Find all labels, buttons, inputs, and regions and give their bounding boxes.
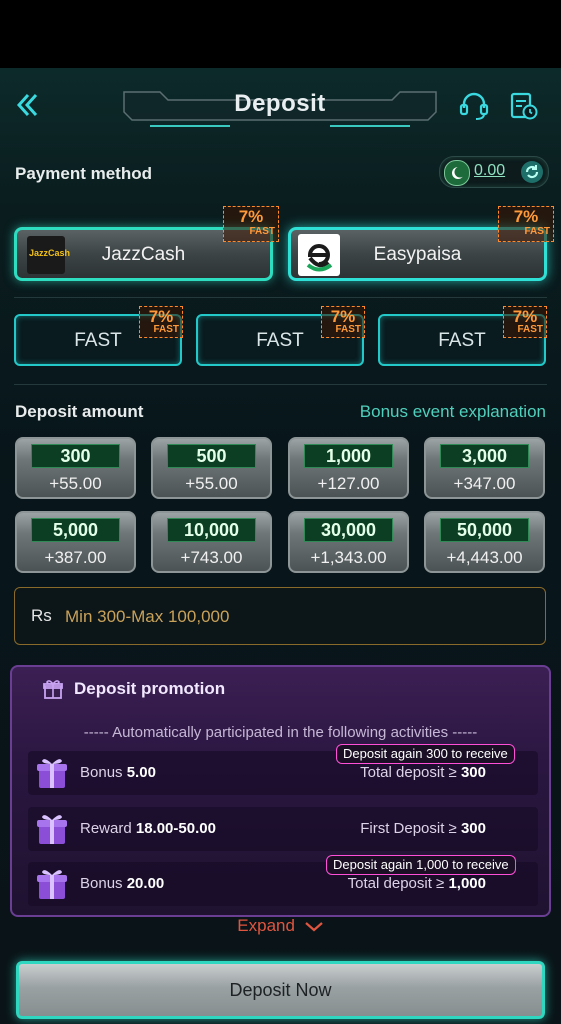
back-chevron-icon[interactable] [12,90,42,120]
deposit-history-icon[interactable] [508,90,540,122]
amount-option-30000[interactable]: 30,000 +1,343.00 [288,511,409,573]
bonus-event-explanation-link[interactable]: Bonus event explanation [360,402,546,422]
payment-method-label: Payment method [15,164,152,183]
page-title: Deposit [234,90,326,117]
gift-box-icon [37,870,67,899]
easypaisa-fast-badge: 7% FAST [498,206,554,242]
pakistan-flag-icon [444,160,470,186]
divider [14,297,547,298]
promotion-subtitle: ----- Automatically participated in the … [83,724,478,741]
promotion-tip: Deposit again 1,000 to receive [326,855,516,875]
amount-option-5000[interactable]: 5,000 +387.00 [15,511,136,573]
currency-label: Rs [31,606,52,625]
promotion-tip: Deposit again 300 to receive [336,744,515,764]
gift-icon [43,680,63,699]
promotion-row: Reward 18.00-50.00 First Deposit ≥ 300 [28,807,538,851]
easypaisa-label: Easypaisa [373,244,462,265]
amount-field[interactable]: Rs [14,587,546,645]
headset-support-icon[interactable] [458,90,490,122]
jazzcash-fast-badge: 7% FAST [223,206,279,242]
jazzcash-label: JazzCash [101,244,186,265]
fast-channel-2-badge: 7% FAST [321,306,365,338]
divider [14,384,547,385]
amount-input[interactable] [63,602,527,632]
fast-channel-1-badge: 7% FAST [139,306,183,338]
amount-option-50000[interactable]: 50,000 +4,443.00 [424,511,545,573]
promotion-title: Deposit promotion [74,679,226,698]
deposit-now-button[interactable]: Deposit Now [16,961,545,1019]
gift-box-icon [37,815,67,844]
refresh-icon[interactable] [520,160,544,184]
deposit-promotion-panel: Deposit promotion ----- Automatically pa… [10,665,551,917]
chevron-down-icon [304,921,323,931]
amount-option-3000[interactable]: 3,000 +347.00 [424,437,545,499]
deposit-screen: Deposit Payment method 0.00 JazzCash Jaz… [0,68,561,1024]
fast-channel-3-badge: 7% FAST [503,306,547,338]
gift-box-icon [37,759,67,788]
balance-value[interactable]: 0.00 [474,162,505,180]
deposit-amount-label: Deposit amount [15,402,144,421]
amount-option-300[interactable]: 300 +55.00 [15,437,136,499]
amount-option-1000[interactable]: 1,000 +127.00 [288,437,409,499]
expand-button[interactable]: Expand [0,916,561,936]
amount-option-10000[interactable]: 10,000 +743.00 [151,511,272,573]
amount-option-500[interactable]: 500 +55.00 [151,437,272,499]
balance-pill: 0.00 [439,156,549,188]
